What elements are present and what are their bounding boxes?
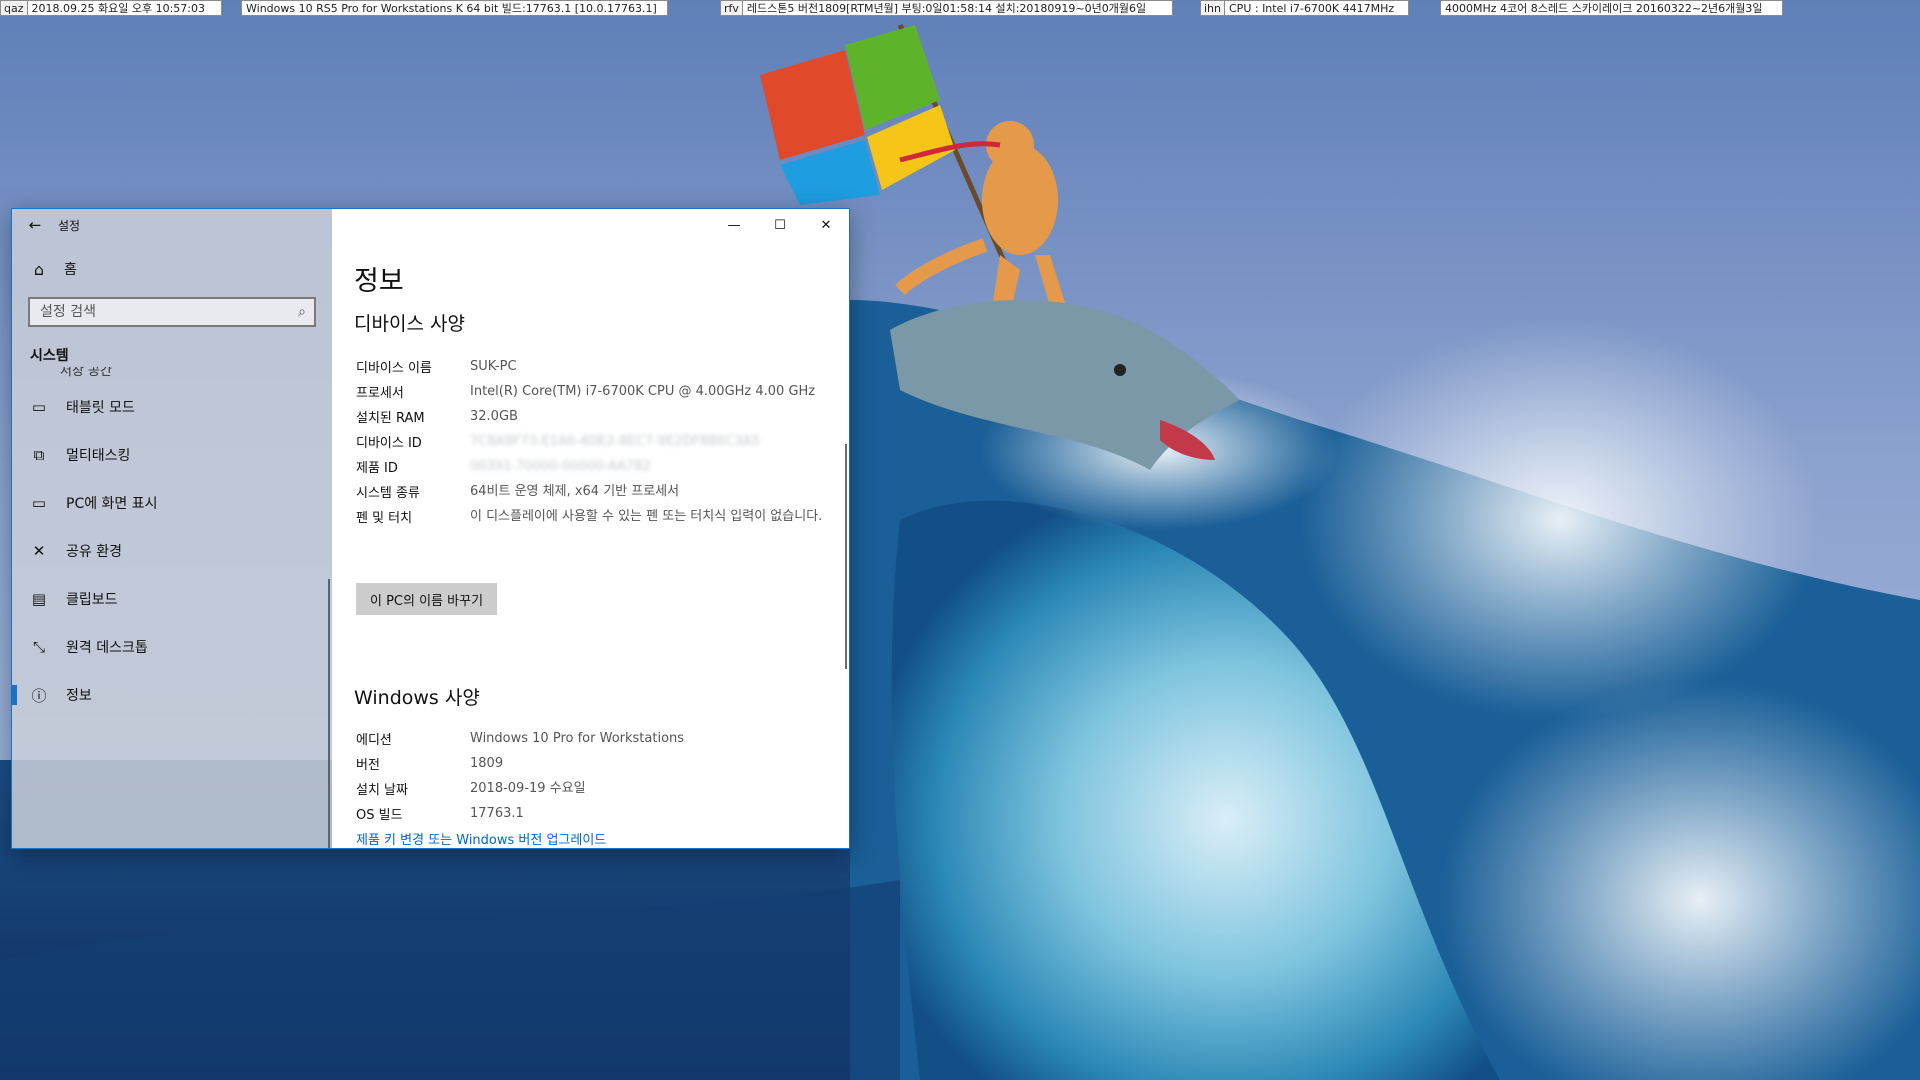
spec-row-device-name: 디바이스 이름 SUK-PC [356,357,826,376]
spec-key: 펜 및 터치 [356,511,413,526]
remote-desktop-icon: ⤡ [32,638,45,656]
info-icon: ⓘ [31,686,47,705]
spec-value[interactable]: 이 디스플레이에 사용할 수 있는 펜 또는 터치식 입력이 없습니다. [470,507,826,526]
spec-value[interactable]: 17763.1 [470,804,826,823]
back-button[interactable]: ← [12,209,58,241]
info-box-value: 2018.09.25 화요일 오후 10:57:03 [31,2,205,15]
spec-key: 디바이스 이름 [356,361,432,376]
nav-item-label: 정보 [66,688,92,704]
info-box-cpu-details: 4000MHz 4코어 8스레드 스카이레이크 20160322~2년6개월3일 [1440,0,1783,16]
title-bar: ← 설정 [12,209,332,241]
multitasking-icon: ⧉ [33,446,45,464]
spec-row-pen-touch: 펜 및 터치 이 디스플레이에 사용할 수 있는 펜 또는 터치식 입력이 없습… [356,507,826,526]
nav-item-tablet-mode[interactable]: ▭ 태블릿 모드 [12,383,332,431]
nav-item-about[interactable]: ⓘ 정보 [12,671,332,719]
spec-key: 버전 [356,758,380,773]
spec-row-product-id: 제품 ID 00391-70000-00000-AA782 [356,457,826,476]
nav-home-label: 홈 [64,262,77,278]
spec-key: 제품 ID [356,461,398,476]
spec-key: 시스템 종류 [356,486,420,501]
spec-value[interactable]: 2018-09-19 수요일 [470,779,826,798]
spec-value[interactable]: Intel(R) Core(TM) i7-6700K CPU @ 4.00GHz… [470,382,826,401]
nav-item-label: 공유 환경 [66,544,122,560]
rename-pc-button[interactable]: 이 PC의 이름 바꾸기 [356,583,498,615]
nav-item-multitasking[interactable]: ⧉ 멀티태스킹 [12,431,332,479]
search-input[interactable] [38,303,272,321]
spec-key: 에디션 [356,733,392,748]
spec-key: 디바이스 ID [356,436,422,451]
spec-value-redacted[interactable]: 7C8A9F73-E1A6-4DE2-8EC7-9E2DF8B6C3A5 [470,432,826,451]
nav-item-shared-experiences[interactable]: ✕ 공유 환경 [12,527,332,575]
close-button[interactable]: ✕ [803,209,849,241]
info-box-cpu: ihn CPU : Intel i7-6700K 4417MHz [1200,0,1409,16]
spec-value[interactable]: 64비트 운영 체제, x64 기반 프로세서 [470,482,826,501]
maximize-icon: ☐ [774,217,786,233]
nav-item-storage-clipped[interactable]: 저장 공간 [12,367,332,381]
spec-row-os-build: OS 빌드 17763.1 [356,804,826,823]
shared-experiences-icon: ✕ [32,542,46,560]
maximize-button[interactable]: ☐ [757,209,803,241]
spec-key: OS 빌드 [356,808,403,823]
spec-value[interactable]: SUK-PC [470,357,826,376]
windows-specs-heading: Windows 사양 [354,687,480,709]
settings-nav-pane: ← 설정 ⌂ 홈 ⌕ 시스템 저장 공간 ▭ 태블릿 모드 ⧉ 멀티태스킹 ▭ … [12,209,332,848]
upgrade-windows-link[interactable]: 제품 키 변경 또는 Windows 버전 업그레이드 [356,829,606,848]
window-title: 설정 [58,218,81,233]
home-icon: ⌂ [33,259,45,279]
info-box-value: CPU : Intel i7-6700K 4417MHz [1229,2,1395,15]
minimize-button[interactable]: — [711,209,757,241]
info-box-os-build: Windows 10 RS5 Pro for Workstations K 64… [241,0,668,16]
nav-scrollbar[interactable] [328,579,330,848]
spec-row-install-date: 설치 날짜 2018-09-19 수요일 [356,779,826,798]
info-box-tag: ihn [1201,1,1225,15]
spec-value-redacted[interactable]: 00391-70000-00000-AA782 [470,457,826,476]
spec-row-version: 버전 1809 [356,754,826,773]
nav-item-project-to-pc[interactable]: ▭ PC에 화면 표시 [12,479,332,527]
settings-content-pane: — ☐ ✕ 정보 디바이스 사양 디바이스 이름 SUK-PC 프로세서 Int… [332,209,849,848]
project-icon: ▭ [31,494,47,512]
nav-home[interactable]: ⌂ 홈 [12,249,332,289]
spec-value[interactable]: Windows 10 Pro for Workstations [470,729,826,748]
settings-window: ← 설정 ⌂ 홈 ⌕ 시스템 저장 공간 ▭ 태블릿 모드 ⧉ 멀티태스킹 ▭ … [11,208,850,849]
search-icon[interactable]: ⌕ [298,304,306,320]
page-title: 정보 [354,266,404,297]
spec-row-system-type: 시스템 종류 64비트 운영 체제, x64 기반 프로세서 [356,482,826,501]
clipboard-icon: ▤ [31,590,47,608]
spec-row-processor: 프로세서 Intel(R) Core(TM) i7-6700K CPU @ 4.… [356,382,826,401]
spec-value[interactable]: 32.0GB [470,407,826,426]
info-box-value: 4000MHz 4코어 8스레드 스카이레이크 20160322~2년6개월3일 [1445,2,1763,15]
device-specs-heading: 디바이스 사양 [354,313,465,335]
nav-item-label: 태블릿 모드 [66,400,135,416]
nav-item-label: 원격 데스크톱 [66,640,148,656]
spec-row-edition: 에디션 Windows 10 Pro for Workstations [356,729,826,748]
spec-key: 설치 날짜 [356,783,408,798]
nav-item-label: 저장 공간 [60,367,112,379]
close-icon: ✕ [820,217,832,233]
info-box-tag: rfv [721,1,743,15]
minimize-icon: — [727,217,741,233]
nav-item-clipboard[interactable]: ▤ 클립보드 [12,575,332,623]
settings-search-box: ⌕ [28,297,316,327]
tablet-icon: ▭ [31,398,47,416]
info-box-clock: qaz 2018.09.25 화요일 오후 10:57:03 [0,0,222,16]
nav-item-label: PC에 화면 표시 [66,496,158,512]
windows-specs-table: 에디션 Windows 10 Pro for Workstations 버전 1… [356,729,826,829]
spec-row-ram: 설치된 RAM 32.0GB [356,407,826,426]
info-box-value: 레드스톤5 버전1809[RTM년월] 부팅:0일01:58:14 설치:201… [746,2,1147,15]
nav-section-title: 시스템 [30,348,69,364]
spec-key: 설치된 RAM [356,411,425,426]
info-box-version: rfv 레드스톤5 버전1809[RTM년월] 부팅:0일01:58:14 설치… [720,0,1173,16]
nav-item-remote-desktop[interactable]: ⤡ 원격 데스크톱 [12,623,332,671]
back-arrow-icon: ← [28,216,42,234]
caption-buttons: — ☐ ✕ [711,209,849,241]
spec-value[interactable]: 1809 [470,754,826,773]
nav-item-label: 멀티태스킹 [66,448,131,464]
spec-key: 프로세서 [356,386,404,401]
info-box-value: Windows 10 RS5 Pro for Workstations K 64… [246,2,657,15]
content-scrollbar[interactable] [845,444,847,669]
info-box-tag: qaz [1,1,28,15]
spec-row-device-id: 디바이스 ID 7C8A9F73-E1A6-4DE2-8EC7-9E2DF8B6… [356,432,826,451]
nav-item-label: 클립보드 [66,592,118,608]
device-specs-table: 디바이스 이름 SUK-PC 프로세서 Intel(R) Core(TM) i7… [356,357,826,532]
